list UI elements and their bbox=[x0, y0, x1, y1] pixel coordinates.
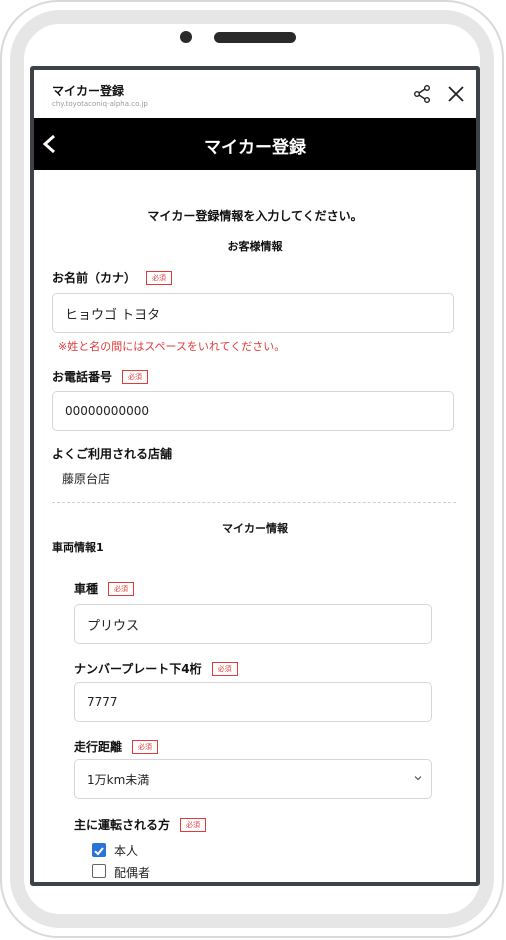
name-kana-input[interactable]: ヒョウゴ トヨタ bbox=[52, 293, 454, 333]
mileage-value: 1万km未満 bbox=[87, 772, 150, 787]
customer-info-heading: お客様情報 bbox=[227, 240, 283, 253]
earpiece-speaker bbox=[214, 32, 296, 43]
plate-label: ナンバープレート下4桁 必須 bbox=[74, 660, 238, 677]
form-instruction: マイカー登録情報を入力してください。 bbox=[147, 209, 363, 223]
registration-form: マイカー登録情報を入力してください。 お客様情報 お名前（カナ） 必須 ヒョウゴ … bbox=[34, 170, 476, 882]
section-divider bbox=[52, 502, 456, 503]
name-kana-value: ヒョウゴ トヨタ bbox=[65, 307, 161, 323]
chevron-down-icon bbox=[414, 776, 422, 781]
app-header: マイカー登録 bbox=[34, 118, 476, 170]
plate-input[interactable]: 7777 bbox=[74, 682, 432, 722]
model-value: プリウス bbox=[87, 618, 140, 634]
driver-label-text: 主に運転される方 bbox=[74, 818, 171, 832]
driver-option-spouse-checkbox[interactable] bbox=[92, 864, 106, 878]
driver-option-self-label: 本人 bbox=[114, 844, 139, 858]
mileage-select[interactable]: 1万km未満 bbox=[74, 759, 432, 799]
checkmark-icon bbox=[94, 847, 104, 856]
share-icon[interactable] bbox=[412, 84, 432, 104]
required-badge: 必須 bbox=[122, 370, 149, 384]
browser-title: マイカー登録 bbox=[52, 84, 125, 98]
mileage-label: 走行距離 必須 bbox=[74, 738, 159, 755]
driver-option-spouse-label: 配偶者 bbox=[114, 866, 151, 880]
required-badge: 必須 bbox=[211, 662, 238, 676]
name-kana-label-text: お名前（カナ） bbox=[52, 271, 137, 285]
model-label: 車種 必須 bbox=[74, 580, 135, 597]
page-title: マイカー登録 bbox=[204, 138, 306, 158]
model-label-text: 車種 bbox=[74, 582, 99, 596]
driver-option-self-checkbox[interactable] bbox=[92, 843, 106, 857]
phone-frame: マイカー登録 chy.toyotaconiq-alpha.co.jp マイカー登… bbox=[0, 0, 504, 938]
driver-label: 主に運転される方 必須 bbox=[74, 816, 207, 833]
name-kana-label: お名前（カナ） 必須 bbox=[52, 269, 173, 286]
required-badge: 必須 bbox=[108, 582, 135, 596]
phone-screen: マイカー登録 chy.toyotaconiq-alpha.co.jp マイカー登… bbox=[30, 66, 480, 886]
store-label: よくご利用される店舗 bbox=[52, 447, 173, 461]
required-badge: 必須 bbox=[146, 271, 173, 285]
store-value: 藤原台店 bbox=[62, 472, 111, 486]
browser-url: chy.toyotaconiq-alpha.co.jp bbox=[52, 100, 148, 108]
browser-header: マイカー登録 chy.toyotaconiq-alpha.co.jp bbox=[34, 70, 476, 118]
name-kana-note: ※姓と名の間にはスペースをいれてください。 bbox=[58, 340, 286, 353]
plate-value: 7777 bbox=[87, 695, 118, 709]
phone-label: お電話番号 必須 bbox=[52, 368, 149, 385]
model-input[interactable]: プリウス bbox=[74, 604, 432, 644]
required-badge: 必須 bbox=[180, 818, 207, 832]
required-badge: 必須 bbox=[132, 740, 159, 754]
close-icon[interactable] bbox=[446, 84, 466, 104]
phone-input[interactable]: 00000000000 bbox=[52, 391, 454, 431]
mycar-info-heading: マイカー情報 bbox=[222, 522, 288, 535]
phone-label-text: お電話番号 bbox=[52, 370, 113, 384]
mileage-label-text: 走行距離 bbox=[74, 740, 123, 754]
phone-value: 00000000000 bbox=[65, 404, 149, 418]
vehicle-heading: 車両情報1 bbox=[52, 541, 104, 554]
front-camera bbox=[180, 31, 192, 43]
plate-label-text: ナンバープレート下4桁 bbox=[74, 662, 202, 676]
